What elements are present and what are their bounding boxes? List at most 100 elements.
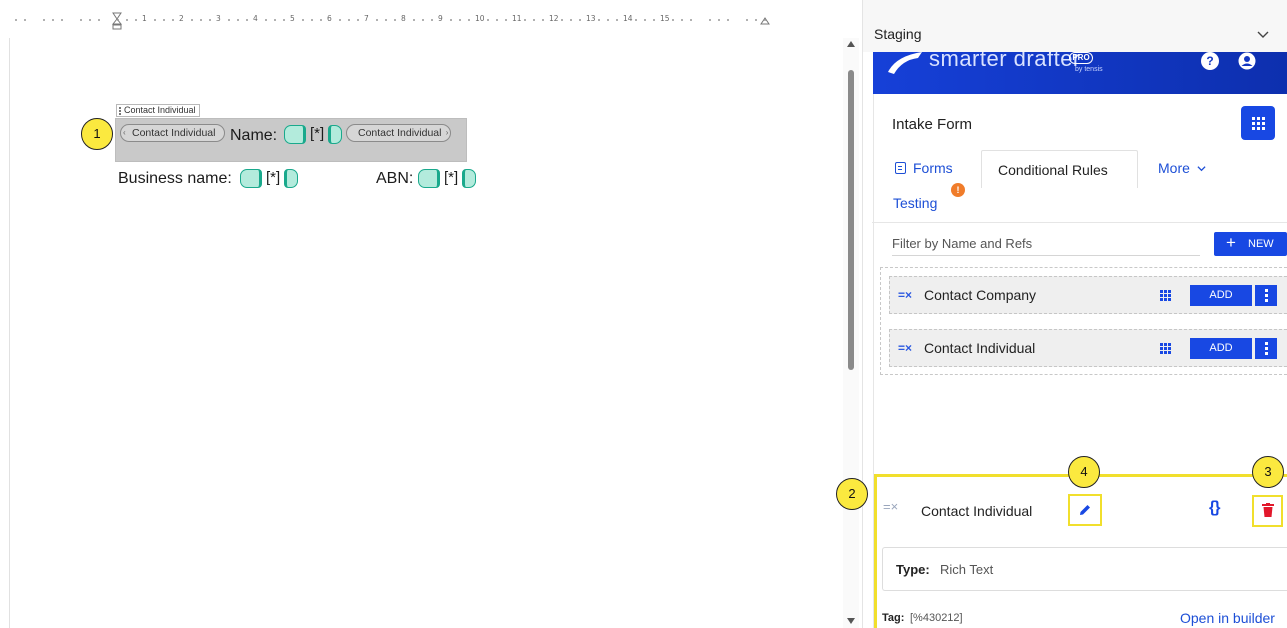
edit-rule-button[interactable] — [1068, 494, 1102, 526]
ruler-number: 5 — [290, 14, 295, 23]
rule-detail-panel: =× Contact Individual {} Type: Rich Text… — [874, 474, 1287, 628]
name-field[interactable]: [*] — [284, 124, 346, 144]
ruler-tick — [524, 19, 526, 21]
ruler-tick — [431, 19, 433, 21]
tab-more[interactable]: More — [1158, 160, 1206, 176]
field-value: [*] — [266, 169, 281, 186]
ruler-number: 10 — [475, 14, 485, 23]
rule-item-contact-individual[interactable]: =× Contact Individual ADD — [889, 329, 1287, 367]
ruler-tick — [505, 19, 507, 21]
ruler-number: 4 — [253, 14, 258, 23]
content-control-start-tag[interactable]: ‹ Contact Individual — [120, 124, 226, 142]
more-vertical-icon[interactable] — [1255, 338, 1277, 359]
ruler-tick — [15, 19, 17, 21]
ruler-tick — [468, 19, 470, 21]
scroll-down-icon[interactable] — [847, 618, 855, 624]
ruler-tick — [690, 19, 692, 21]
ruler-tick — [385, 19, 387, 21]
ruler-tick — [450, 19, 452, 21]
open-in-builder-link[interactable]: Open in builder — [1180, 610, 1275, 626]
abn-field[interactable]: [*] — [418, 168, 480, 188]
scroll-up-icon[interactable] — [847, 41, 855, 47]
right-indent-marker[interactable] — [760, 12, 770, 30]
grid-icon[interactable] — [1160, 343, 1171, 354]
ruler-tick — [672, 19, 674, 21]
ruler-tick — [376, 19, 378, 21]
ruler-tick — [718, 19, 720, 21]
ruler-number: 12 — [549, 14, 559, 23]
scrollbar-thumb[interactable] — [848, 70, 854, 370]
ruler-tick — [357, 19, 359, 21]
ruler-tick — [598, 19, 600, 21]
ruler-tick — [394, 19, 396, 21]
drag-handle-icon[interactable] — [119, 107, 121, 115]
ruler-tick — [126, 19, 128, 21]
more-vertical-icon[interactable] — [1255, 285, 1277, 306]
ruler-tick — [533, 19, 535, 21]
tag-end-chevron-icon: › — [445, 128, 449, 137]
page-margin-line — [9, 38, 10, 628]
tag-label: Contact Individual — [358, 127, 442, 139]
ruler-tick — [246, 19, 248, 21]
ruler-tick — [413, 19, 415, 21]
ruler-tick — [607, 19, 609, 21]
first-line-indent-marker[interactable] — [112, 12, 122, 30]
content-control-title-tab[interactable]: Contact Individual — [116, 104, 200, 117]
ruler-tick — [570, 19, 572, 21]
document-scrollbar[interactable] — [843, 38, 859, 628]
ruler-tick — [311, 19, 313, 21]
ruler-tick — [496, 19, 498, 21]
business-name-field[interactable]: [*] — [240, 168, 302, 188]
ruler-tick — [320, 19, 322, 21]
delete-rule-button[interactable] — [1252, 495, 1283, 527]
field-value: [*] — [310, 125, 325, 142]
code-braces-icon[interactable]: {} — [1209, 499, 1220, 517]
button-label: NEW — [1248, 238, 1274, 250]
callout-badge-2: 2 — [836, 478, 868, 510]
tab-forms[interactable]: Forms — [913, 160, 953, 176]
content-control-block[interactable]: ‹ Contact Individual Name: [*] Contact I… — [115, 118, 467, 162]
add-rule-button[interactable]: ADD — [1190, 338, 1252, 359]
horizontal-ruler[interactable]: 1 2 3 4 5 6 7 8 9 10 11 12 13 14 15 — [0, 10, 862, 32]
pane-header: Staging — [863, 0, 1287, 52]
help-icon[interactable]: ? — [1201, 52, 1219, 70]
filter-input[interactable] — [892, 232, 1200, 256]
ruler-tick — [764, 19, 766, 21]
field-end-marker — [462, 169, 476, 188]
field-end-marker — [284, 169, 298, 188]
tab-testing[interactable]: Testing — [893, 195, 937, 211]
chevron-down-icon[interactable] — [1256, 27, 1270, 41]
ruler-tick — [616, 19, 618, 21]
ruler-tick — [191, 19, 193, 21]
add-rule-button[interactable]: ADD — [1190, 285, 1252, 306]
user-account-icon[interactable] — [1238, 52, 1256, 70]
forms-tab-icon — [895, 162, 906, 174]
apps-grid-button[interactable] — [1241, 106, 1275, 140]
ruler-tick — [154, 19, 156, 21]
ruler-number: 15 — [660, 14, 670, 23]
field-start-marker — [240, 169, 262, 188]
callout-badge-4: 4 — [1068, 456, 1100, 488]
content-control-end-tag[interactable]: Contact Individual › — [346, 124, 452, 142]
ruler-tick — [237, 19, 239, 21]
ruler-number: 6 — [327, 14, 332, 23]
rule-item-contact-company[interactable]: =× Contact Company ADD — [889, 276, 1287, 314]
ruler-tick — [579, 19, 581, 21]
grid-icon[interactable] — [1160, 290, 1171, 301]
pane-title: Staging — [874, 26, 922, 42]
screen: 1 2 3 4 5 6 7 8 9 10 11 12 13 14 15 Contact Individual… — [0, 0, 1287, 628]
rule-name: Contact Individual — [924, 340, 1036, 356]
type-label: Type: — [896, 562, 930, 577]
ruler-tick — [422, 19, 424, 21]
tab-conditional-rules[interactable]: Conditional Rules — [981, 150, 1138, 188]
ruler-number: 14 — [623, 14, 633, 23]
new-rule-button[interactable]: + NEW — [1214, 232, 1287, 256]
ruler-tick — [61, 19, 63, 21]
business-name-label: Business name: — [118, 170, 232, 187]
ruler-tick — [228, 19, 230, 21]
ruler-tick — [459, 19, 461, 21]
ruler-tick — [117, 19, 119, 21]
tag-start-chevron-icon: ‹ — [123, 128, 126, 137]
ruler-tick — [727, 19, 729, 21]
document-area[interactable]: 1 2 3 4 5 6 7 8 9 10 11 12 13 14 15 Contact Individual… — [0, 0, 862, 628]
